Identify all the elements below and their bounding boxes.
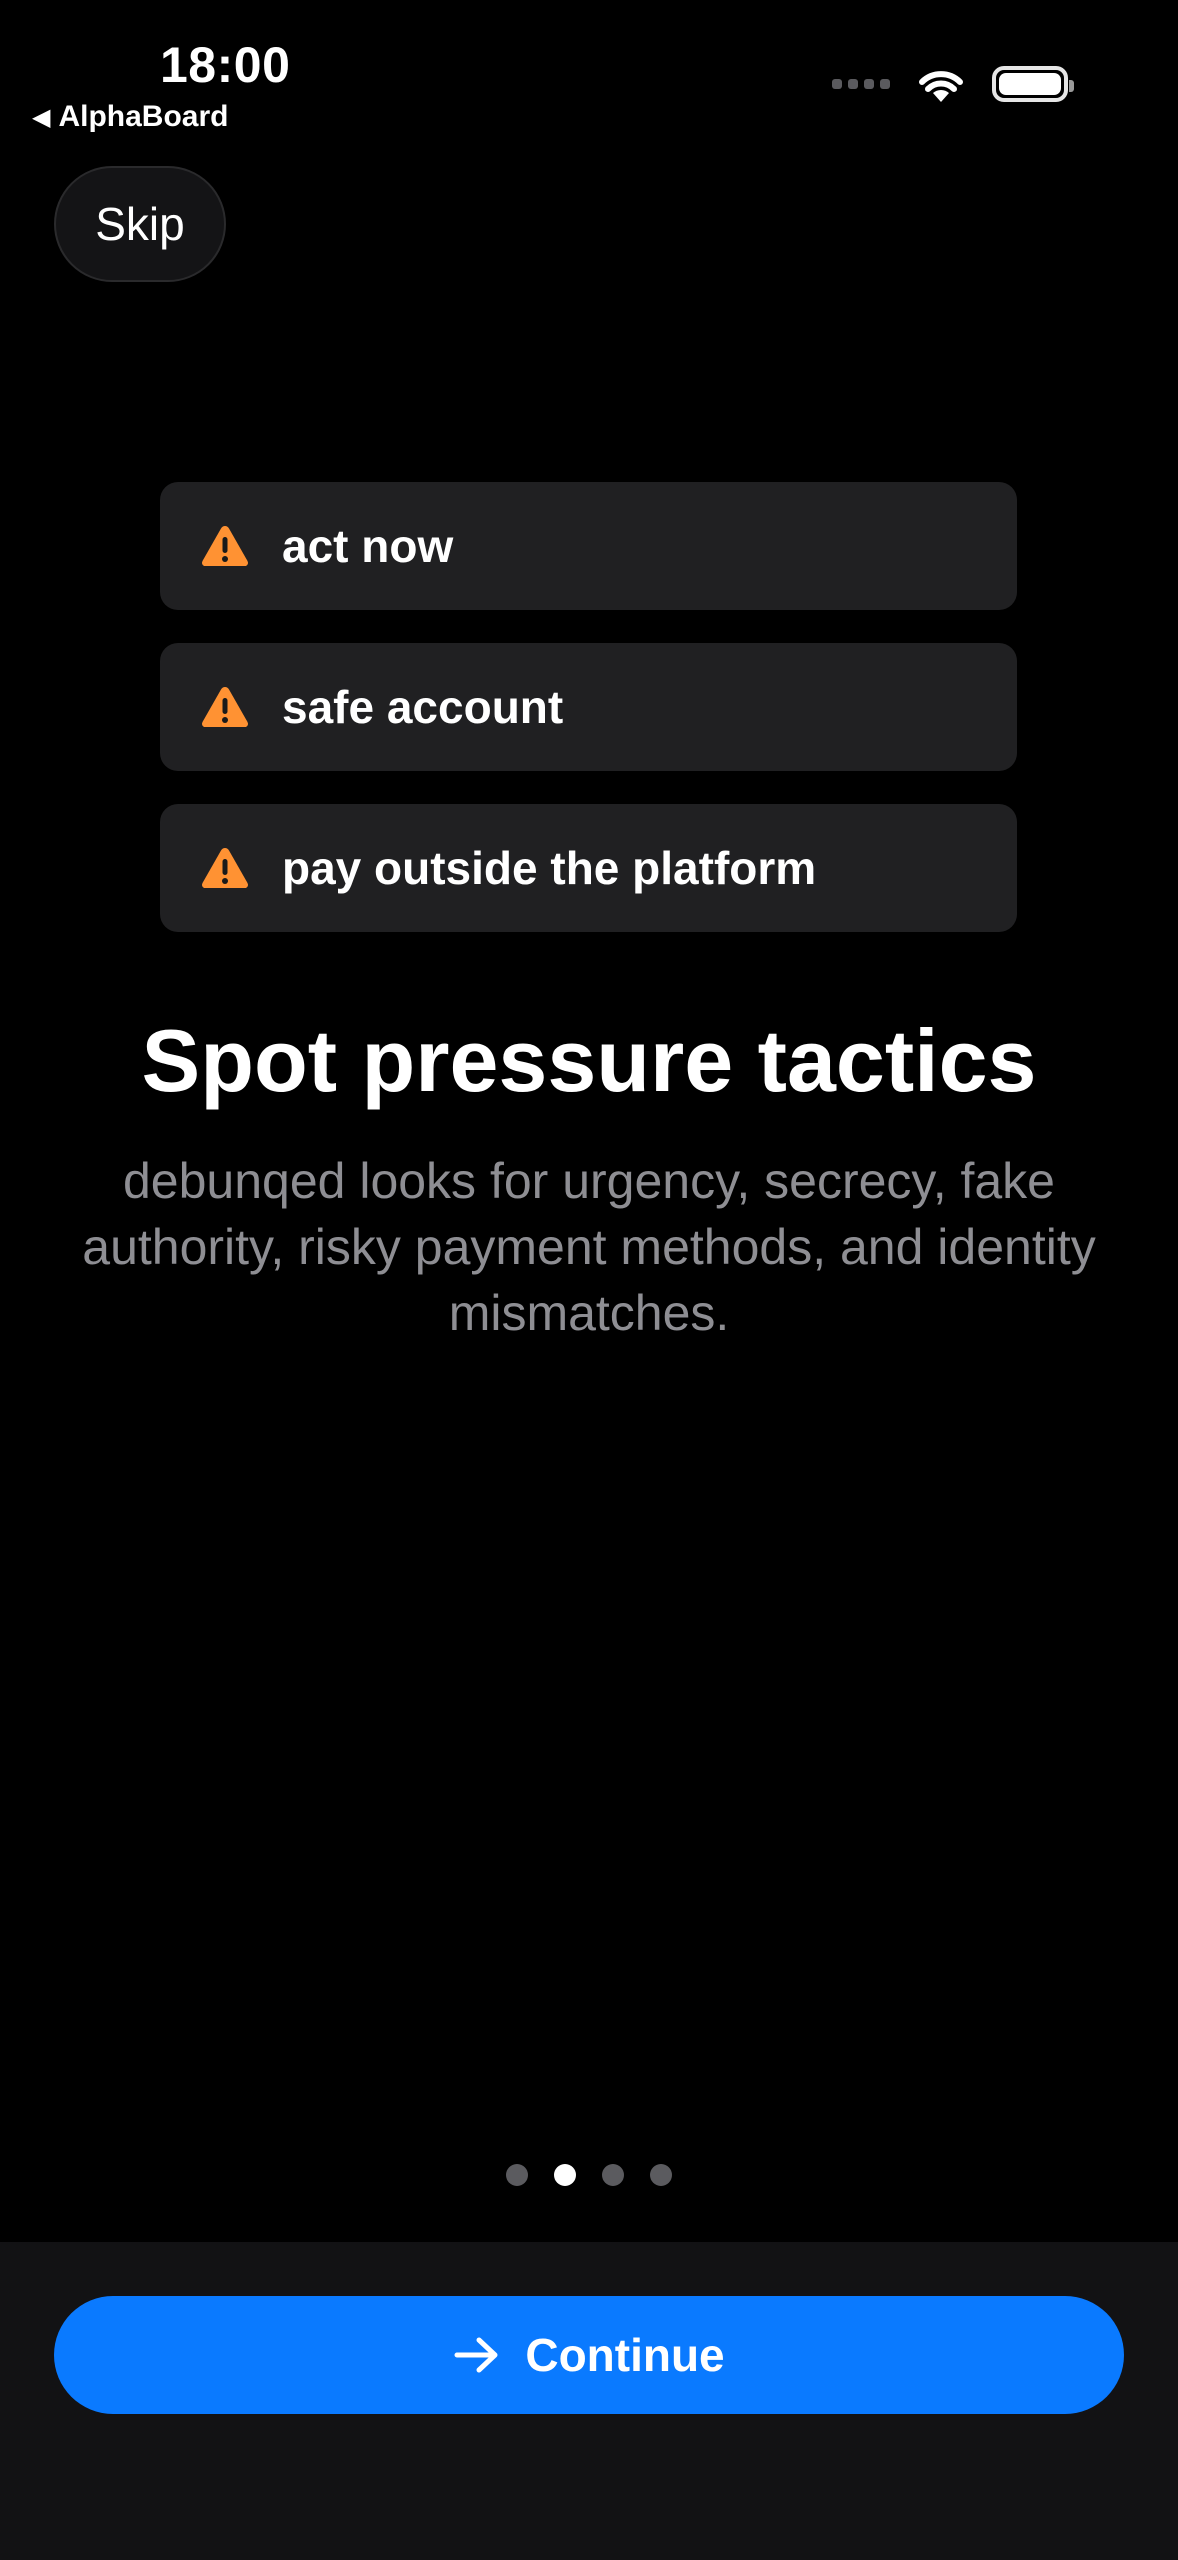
wifi-icon [919,71,963,102]
status-time: 18:00 [160,37,291,93]
warning-triangle-icon [202,848,248,888]
arrow-right-icon [454,2337,498,2373]
page-description: debunqed looks for urgency, secrecy, fak… [82,1153,1096,1341]
status-indicators [832,64,1074,104]
page-dot-active[interactable] [554,2164,576,2186]
page-indicator [0,2164,1178,2186]
page-title: Spot pressure tactics [141,1011,1037,1110]
skip-button[interactable]: Skip [54,166,226,282]
battery-icon [992,66,1074,102]
warning-card: act now [160,482,1017,610]
warning-label: safe account [282,681,564,733]
warning-list: act now safe account pay outside the pla… [160,482,1017,932]
warning-label: act now [282,520,454,572]
warning-triangle-icon [202,526,248,566]
continue-label: Continue [525,2329,725,2381]
warning-card: safe account [160,643,1017,771]
page-dot[interactable] [602,2164,624,2186]
warning-label: pay outside the platform [282,842,817,894]
page-dot[interactable] [506,2164,528,2186]
page-dot[interactable] [650,2164,672,2186]
warning-card: pay outside the platform [160,804,1017,932]
back-app-label: AlphaBoard [58,100,229,133]
warning-triangle-icon [202,687,248,727]
continue-button[interactable]: Continue [54,2296,1124,2414]
cellular-signal-icon [832,79,890,89]
back-triangle-icon: ◀ [32,103,51,131]
back-to-app-button[interactable]: ◀ AlphaBoard [32,100,228,134]
